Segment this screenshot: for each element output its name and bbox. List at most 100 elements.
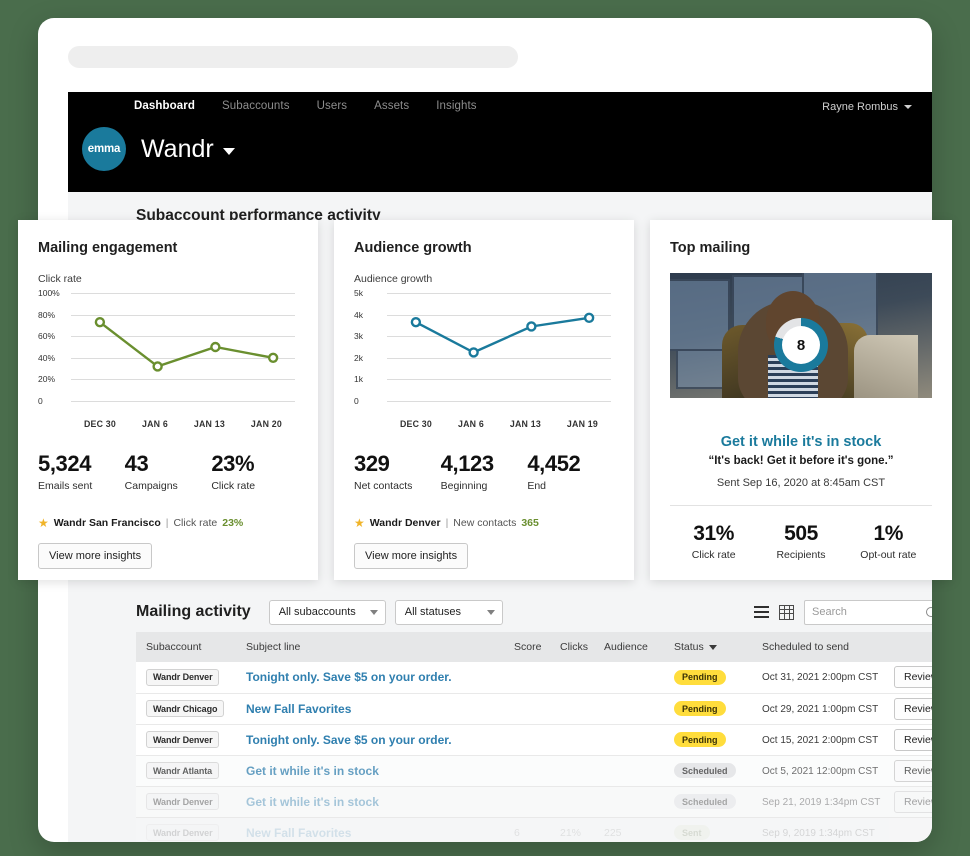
search-placeholder: Search	[812, 606, 847, 618]
review-button[interactable]: Review	[894, 698, 932, 720]
user-menu[interactable]: Rayne Rombus	[822, 101, 912, 113]
col-clicks[interactable]: Clicks	[560, 632, 604, 662]
cell-subaccount: Wandr Chicago	[136, 693, 246, 724]
top-mailing-subject[interactable]: Get it while it's in stock	[670, 434, 932, 450]
table-row[interactable]: Wandr DenverTonight only. Save $5 on you…	[136, 662, 932, 693]
cell-subject[interactable]: Tonight only. Save $5 on your order.	[246, 662, 514, 693]
mailing-subject-link[interactable]: Tonight only. Save $5 on your order.	[246, 670, 452, 684]
chevron-down-icon	[487, 610, 495, 615]
col-subaccount[interactable]: Subaccount	[136, 632, 246, 662]
cell-action[interactable]: Review	[894, 755, 932, 786]
cell-action	[894, 817, 932, 842]
cell-subject[interactable]: Tonight only. Save $5 on your order.	[246, 724, 514, 755]
subaccount-filter-select[interactable]: All subaccounts	[269, 600, 386, 625]
cell-clicks	[560, 662, 604, 693]
cell-subject[interactable]: New Fall Favorites	[246, 817, 514, 842]
mailing-subject-link[interactable]: New Fall Favorites	[246, 826, 351, 840]
top-subaccount-metric-label: Click rate	[173, 517, 217, 529]
stat-value: 505	[757, 522, 844, 546]
col-scheduled[interactable]: Scheduled to send	[762, 632, 894, 662]
stat-label: Click rate	[670, 549, 757, 561]
nav-item-dashboard[interactable]: Dashboard	[134, 100, 195, 112]
status-filter-value: All statuses	[405, 606, 461, 618]
search-input[interactable]: Search	[804, 600, 932, 625]
chart-series	[387, 293, 618, 409]
chevron-down-icon	[904, 105, 912, 109]
separator: |	[446, 517, 449, 529]
nav-item-users[interactable]: Users	[317, 100, 348, 112]
col-audience[interactable]: Audience	[604, 632, 674, 662]
engagement-stats: 5,324 Emails sent 43 Campaigns 23% Click…	[38, 451, 298, 492]
cell-scheduled: Sep 21, 2019 1:34pm CST	[762, 786, 894, 817]
table-row[interactable]: Wandr ChicagoNew Fall FavoritesPendingOc…	[136, 693, 932, 724]
nav-item-subaccounts[interactable]: Subaccounts	[222, 100, 290, 112]
mailing-activity-header: Mailing activity All subaccounts All sta…	[136, 592, 932, 632]
col-score[interactable]: Score	[514, 632, 560, 662]
chart-y-tick-label: 5k	[354, 288, 384, 298]
status-badge: Pending	[674, 732, 726, 747]
mailing-subject-link[interactable]: New Fall Favorites	[246, 702, 351, 716]
col-subject[interactable]: Subject line	[246, 632, 514, 662]
cell-action[interactable]: Review	[894, 724, 932, 755]
cell-subaccount: Wandr Denver	[136, 786, 246, 817]
list-view-icon[interactable]	[754, 606, 769, 619]
mailing-score-value: 8	[782, 326, 820, 364]
cell-subject[interactable]: Get it while it's in stock	[246, 755, 514, 786]
scheduled-datetime: Oct 31, 2021 2:00pm CST	[762, 672, 878, 683]
primary-nav: Dashboard Subaccounts Users Assets Insig…	[134, 100, 477, 112]
separator: |	[166, 517, 169, 529]
mailing-subject-link[interactable]: Get it while it's in stock	[246, 795, 379, 809]
chevron-down-icon	[370, 610, 378, 615]
subaccount-filter-value: All subaccounts	[279, 606, 356, 618]
review-button[interactable]: Review	[894, 729, 932, 751]
cell-subject[interactable]: New Fall Favorites	[246, 693, 514, 724]
cell-action[interactable]: Review	[894, 662, 932, 693]
cell-action[interactable]: Review	[894, 786, 932, 817]
cell-clicks	[560, 693, 604, 724]
scheduled-datetime: Sep 9, 2019 1:34pm CST	[762, 828, 875, 839]
nav-item-insights[interactable]: Insights	[436, 100, 476, 112]
stat-recipients: 505 Recipients	[757, 522, 844, 561]
audience-stats: 329 Net contacts 4,123 Beginning 4,452 E…	[354, 451, 614, 492]
view-more-insights-button[interactable]: View more insights	[354, 543, 468, 569]
col-status[interactable]: Status	[674, 632, 762, 662]
table-row[interactable]: Wandr DenverNew Fall Favorites621%225Sen…	[136, 817, 932, 842]
card-audience-growth: Audience growth Audience growth 5k4k3k2k…	[334, 220, 634, 580]
cell-scheduled: Sep 9, 2019 1:34pm CST	[762, 817, 894, 842]
cell-audience	[604, 755, 674, 786]
nav-item-assets[interactable]: Assets	[374, 100, 409, 112]
table-row[interactable]: Wandr DenverTonight only. Save $5 on you…	[136, 724, 932, 755]
cell-subject[interactable]: Get it while it's in stock	[246, 786, 514, 817]
col-status-label: Status	[674, 641, 704, 653]
card-top-mailing: Top mailing 8 Get it while it's in stock…	[650, 220, 952, 580]
chart-y-tick-label: 3k	[354, 331, 384, 341]
view-more-insights-button[interactable]: View more insights	[38, 543, 152, 569]
chart-subtitle: Audience growth	[354, 273, 614, 285]
table-body: Wandr Denver Tonight only. Save $5 on you…	[136, 662, 932, 842]
cell-scheduled: Oct 29, 2021 1:00pm CST	[762, 693, 894, 724]
table-row[interactable]: Wandr AtlantaGet it while it's in stockS…	[136, 755, 932, 786]
chart-x-tick-label: JAN 19	[567, 419, 598, 429]
search-icon	[926, 607, 932, 617]
chart-x-tick-label: JAN 13	[194, 419, 225, 429]
review-button[interactable]: Review	[894, 760, 932, 782]
grid-view-icon[interactable]	[779, 605, 794, 620]
cell-audience: 225	[604, 817, 674, 842]
user-name: Rayne Rombus	[822, 101, 898, 113]
table-row[interactable]: Wandr DenverGet it while it's in stock Sc…	[136, 786, 932, 817]
view-controls: Search	[754, 600, 932, 625]
stat-beginning: 4,123 Beginning	[441, 451, 528, 492]
review-button[interactable]: Review	[894, 666, 932, 688]
stat-click-rate: 23% Click rate	[211, 451, 298, 492]
card-title: Audience growth	[354, 240, 614, 256]
cell-action[interactable]: Review	[894, 693, 932, 724]
review-button[interactable]: Review	[894, 791, 932, 813]
mailing-subject-link[interactable]: Get it while it's in stock	[246, 764, 379, 778]
mailing-subject-link[interactable]: Tonight only. Save $5 on your order.	[246, 733, 452, 747]
status-filter-select[interactable]: All statuses	[395, 600, 503, 625]
status-badge: Scheduled	[674, 794, 736, 809]
stat-value: 4,452	[527, 451, 614, 477]
chart-y-tick-label: 20%	[38, 374, 68, 384]
account-switcher[interactable]: Wandr	[141, 135, 235, 164]
browser-url-bar[interactable]	[68, 46, 518, 68]
